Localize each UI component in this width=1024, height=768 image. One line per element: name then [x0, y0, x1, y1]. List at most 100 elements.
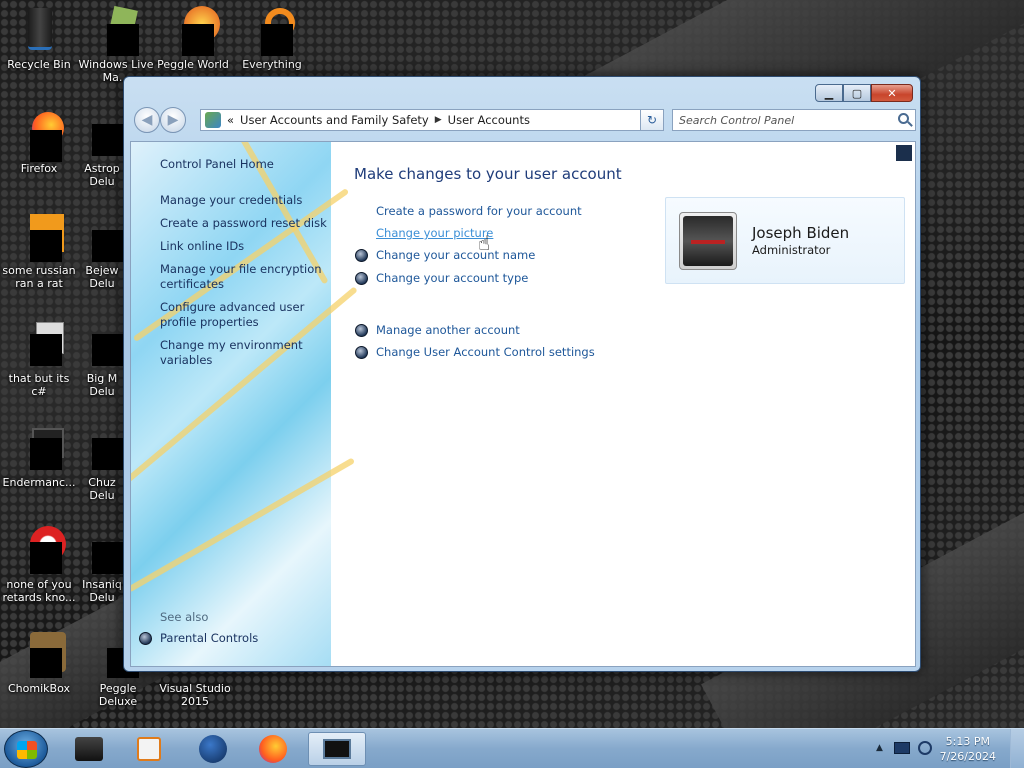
taskbar-item[interactable] [120, 732, 178, 766]
start-button[interactable] [4, 730, 48, 768]
desktop-icon-csharp[interactable]: that but its c# [1, 320, 77, 398]
windows-live-icon [93, 5, 139, 56]
change-picture-link[interactable]: Change your picture [376, 226, 493, 240]
desktop-icon-firefox[interactable]: Firefox [1, 110, 77, 175]
main-content: Make changes to your user account Create… [331, 142, 915, 666]
refresh-button[interactable]: ↻ [640, 109, 664, 131]
search-icon[interactable] [898, 113, 909, 124]
page-title: Make changes to your user account [354, 165, 622, 183]
desktop-icon-russian-rat[interactable]: some russian ran a rat [1, 212, 77, 290]
account-name: Joseph Biden [752, 224, 850, 242]
breadcrumb-item-user-accounts[interactable]: User Accounts [448, 113, 530, 127]
desktop-icon-label: Astrop Delu [84, 162, 120, 188]
advanced-profile-properties-link[interactable]: Configure advanced user profile properti… [160, 300, 330, 330]
change-account-type-link[interactable]: Change your account type [376, 271, 528, 285]
uac-shield-icon [355, 272, 368, 285]
forward-button[interactable]: ▶ [160, 107, 186, 133]
minimize-button[interactable]: ▁ [815, 84, 843, 102]
clock-date: 7/26/2024 [939, 750, 996, 763]
desktop-icon-windows-live[interactable]: Windows Live Ma... [78, 5, 154, 84]
decorative-streak [131, 457, 356, 593]
link-online-ids-link[interactable]: Link online IDs [160, 239, 330, 254]
parental-controls-link[interactable]: Parental Controls [160, 631, 330, 646]
document-icon [16, 320, 64, 366]
hand-cursor-icon: ☝ [478, 231, 491, 255]
left-navigation-pane: Control Panel Home Manage your credentia… [131, 142, 358, 666]
control-panel-home-link[interactable]: Control Panel Home [160, 157, 330, 172]
firefox-icon [259, 735, 287, 763]
desktop-icon-everything[interactable]: Everything [234, 6, 310, 71]
control-panel-icon [205, 112, 221, 128]
file-encryption-certificates-link[interactable]: Manage your file encryption certificates [160, 262, 330, 292]
address-bar[interactable]: « User Accounts and Family Safety ▶ User… [200, 109, 664, 131]
desktop-icon-label: ChomikBox [8, 682, 70, 695]
recycle-bin-icon [16, 6, 62, 52]
uac-shield-icon [355, 249, 368, 262]
desktop-icon-chuzzle[interactable]: Chuz Delu [80, 424, 124, 502]
create-password-link[interactable]: Create a password for your account [376, 204, 582, 218]
media-player-icon [137, 737, 161, 761]
taskbar-item[interactable] [60, 732, 118, 766]
manage-credentials-link[interactable]: Manage your credentials [160, 193, 330, 208]
caption-buttons: ▁ ▢ ✕ [815, 84, 913, 102]
avatar[interactable] [679, 212, 737, 270]
app-icon [16, 526, 66, 574]
environment-variables-link[interactable]: Change my environment variables [160, 338, 330, 368]
app-icon [16, 212, 64, 262]
maximize-button[interactable]: ▢ [843, 84, 871, 102]
back-button[interactable]: ◀ [134, 107, 160, 133]
desktop-icon-astropop[interactable]: Astrop Delu [80, 110, 124, 188]
breadcrumb-item-user-accounts-family-safety[interactable]: User Accounts and Family Safety [240, 113, 429, 127]
refresh-icon: ↻ [646, 113, 658, 127]
taskbar-item[interactable] [184, 732, 242, 766]
volume-icon[interactable] [918, 741, 932, 755]
change-account-name-link[interactable]: Change your account name [376, 248, 535, 262]
taskbar-item-control-panel[interactable] [308, 732, 366, 766]
desktop-icon-label: Everything [242, 58, 302, 71]
astropop-icon [80, 110, 124, 156]
desktop-icon-label: Big M Delu [86, 372, 118, 398]
forward-arrow-icon: ▶ [167, 112, 179, 128]
desktop-icon-label: Bejew Delu [85, 264, 119, 290]
desktop-icon-label: that but its c# [8, 372, 70, 398]
game-icon [80, 424, 124, 470]
network-icon[interactable] [894, 742, 910, 754]
game-icon [75, 737, 103, 761]
close-button[interactable]: ✕ [871, 84, 913, 102]
system-clock[interactable]: 5:13 PM 7/26/2024 [940, 734, 996, 764]
uac-settings-link[interactable]: Change User Account Control settings [376, 345, 595, 359]
account-role: Administrator [752, 243, 831, 257]
chomikbox-icon [16, 630, 66, 678]
desktop-icon-big-m[interactable]: Big M Delu [80, 320, 124, 398]
desktop-icon-label: Peggle Deluxe [98, 682, 138, 708]
desktop-icon-label: Chuz Delu [88, 476, 116, 502]
desktop-icon-insaniquarium[interactable]: Insaniq Delu [80, 526, 124, 604]
app-window-icon [16, 424, 64, 470]
manage-another-account-link[interactable]: Manage another account [376, 323, 520, 337]
desktop-icon-chomikbox[interactable]: ChomikBox [1, 630, 77, 695]
firefox-icon [16, 110, 64, 162]
desktop-icon-bejeweled[interactable]: Bejew Delu [80, 212, 124, 290]
globe-icon [199, 735, 227, 763]
desktop-icon-label: Firefox [20, 162, 58, 175]
search-input[interactable] [673, 110, 883, 130]
desktop-icon-recycle-bin[interactable]: Recycle Bin [1, 6, 77, 71]
breadcrumb-separator-icon[interactable]: ▶ [435, 115, 442, 125]
peggle-world-icon [170, 6, 220, 56]
desktop-icon-none-of-you[interactable]: none of you retards kno... [1, 526, 77, 604]
clock-time: 5:13 PM [945, 735, 990, 748]
control-panel-window: ▁ ▢ ✕ ◀ ▶ « User Accounts and Family Saf… [123, 76, 921, 672]
show-hidden-icons-icon[interactable]: ▲ [876, 743, 883, 753]
everything-search-icon [249, 6, 295, 56]
uac-shield-icon [355, 346, 368, 359]
show-desktop-button[interactable] [1010, 729, 1024, 768]
bejeweled-icon [80, 212, 124, 262]
taskbar-item[interactable] [244, 732, 302, 766]
help-icon[interactable] [896, 145, 912, 161]
desktop-icon-peggle-world[interactable]: Peggle World [155, 6, 231, 71]
breadcrumb-overflow-chevron[interactable]: « [227, 113, 234, 127]
desktop-icon-label: Endermanc... [2, 476, 76, 489]
password-reset-disk-link[interactable]: Create a password reset disk [160, 216, 330, 231]
desktop-icon-endermanch[interactable]: Endermanc... [1, 424, 77, 489]
search-box[interactable] [672, 109, 916, 131]
